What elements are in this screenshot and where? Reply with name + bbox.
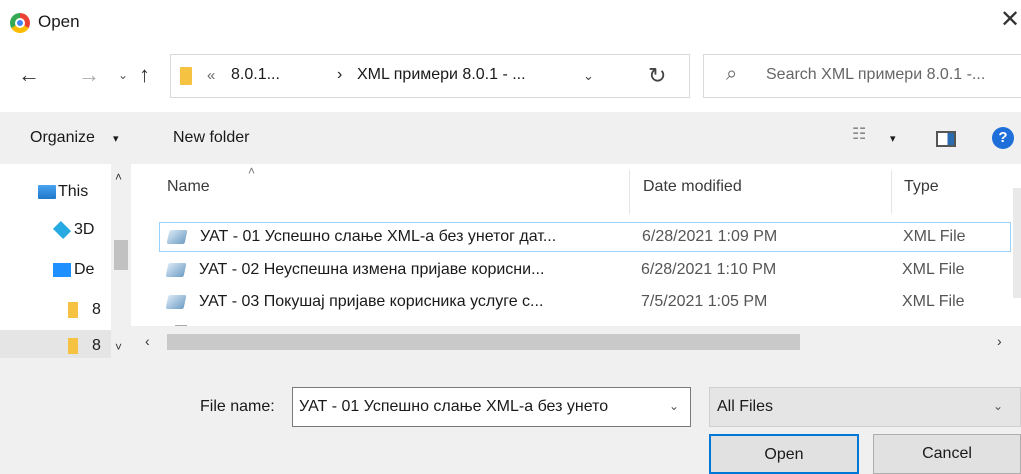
title-bar: Open ✕ bbox=[0, 0, 1021, 46]
sidebar-scrollbar[interactable]: ˄ ˅ bbox=[111, 164, 131, 358]
file-type: XML File bbox=[903, 228, 966, 245]
navigation-bar: ← → ⌄ ↑ « 8.0.1... › XML примери 8.0.1 -… bbox=[0, 54, 1021, 104]
scrollbar-thumb[interactable] bbox=[167, 334, 800, 350]
change-view-icon[interactable]: ☷ bbox=[852, 127, 870, 145]
search-icon: ⌕ bbox=[726, 63, 738, 85]
horizontal-scrollbar[interactable]: ‹ › bbox=[131, 326, 1021, 358]
close-icon[interactable]: ✕ bbox=[1000, 8, 1020, 32]
refresh-icon[interactable]: ↻ bbox=[648, 63, 666, 89]
file-name-field[interactable]: УАТ - 01 Успешно слање XML-а без унето ⌄ bbox=[292, 387, 691, 427]
back-arrow-icon[interactable]: ← bbox=[18, 64, 40, 86]
sidebar-item-label: De bbox=[74, 261, 95, 278]
sidebar-item-this-pc[interactable]: This bbox=[0, 176, 111, 210]
file-type-filter-select[interactable]: All Files ⌄ bbox=[709, 387, 1021, 427]
chrome-icon bbox=[10, 13, 30, 33]
sort-ascending-icon: ˄ bbox=[248, 164, 256, 178]
xml-file-icon bbox=[165, 263, 187, 277]
help-icon[interactable]: ? bbox=[992, 127, 1014, 149]
breadcrumb-overflow-icon[interactable]: « bbox=[207, 67, 215, 84]
sidebar-item-label: 8 bbox=[92, 301, 101, 318]
file-date-modified: 6/28/2021 1:10 PM bbox=[641, 261, 777, 278]
file-name-label: File name: bbox=[200, 398, 275, 415]
this-pc-icon bbox=[38, 185, 56, 199]
3d-objects-icon bbox=[52, 220, 72, 240]
file-list-vertical-scrollbar[interactable] bbox=[1013, 188, 1021, 298]
column-divider[interactable] bbox=[891, 170, 892, 214]
breadcrumb-separator-icon[interactable]: › bbox=[337, 66, 342, 84]
file-date-modified: 7/5/2021 1:05 PM bbox=[641, 293, 768, 310]
scroll-up-icon[interactable]: ˄ bbox=[115, 170, 122, 184]
file-name: УАТ - 01 Успешно слање XML-а без унетог … bbox=[200, 228, 557, 245]
scroll-left-icon[interactable]: ‹ bbox=[145, 333, 150, 349]
desktop-icon bbox=[53, 263, 71, 277]
file-type: XML File bbox=[902, 261, 965, 278]
chevron-down-icon[interactable]: ▾ bbox=[113, 132, 119, 145]
scroll-right-icon[interactable]: › bbox=[997, 333, 1002, 349]
sidebar-item-label: 3D bbox=[74, 221, 95, 238]
cancel-button[interactable]: Cancel bbox=[873, 434, 1021, 474]
breadcrumb-item[interactable]: 8.0.1... bbox=[231, 66, 280, 84]
column-header-date-modified[interactable]: Date modified bbox=[643, 178, 742, 196]
up-arrow-icon[interactable]: ↑ bbox=[139, 64, 150, 86]
sidebar-item-label: 8 bbox=[92, 337, 101, 354]
chevron-down-icon[interactable]: ⌄ bbox=[669, 399, 679, 413]
file-name: УАТ - 03 Покушај пријаве корисника услуг… bbox=[199, 293, 544, 310]
sidebar-item-label: This bbox=[58, 183, 89, 200]
chevron-down-icon[interactable]: ▾ bbox=[890, 132, 896, 145]
address-bar[interactable]: « 8.0.1... › XML примери 8.0.1 - ... ⌄ bbox=[170, 54, 690, 98]
scroll-down-icon[interactable]: ˅ bbox=[115, 340, 122, 354]
file-name-value: УАТ - 01 Успешно слање XML-а без унето bbox=[299, 398, 609, 415]
organize-button[interactable]: Organize bbox=[30, 129, 95, 147]
recent-locations-chevron-icon[interactable]: ⌄ bbox=[118, 69, 128, 81]
address-dropdown-icon[interactable]: ⌄ bbox=[583, 68, 594, 84]
new-folder-button[interactable]: New folder bbox=[173, 129, 249, 147]
preview-pane-icon[interactable] bbox=[936, 131, 956, 147]
file-type: XML File bbox=[902, 293, 965, 310]
open-button[interactable]: Open bbox=[709, 434, 859, 474]
file-row[interactable]: УАТ - 03 Покушај пријаве корисника услуг… bbox=[159, 288, 1011, 318]
breadcrumb-item[interactable]: XML примери 8.0.1 - ... bbox=[357, 66, 526, 84]
file-row[interactable]: УАТ - 02 Неуспешна измена пријаве корисн… bbox=[159, 256, 1011, 286]
search-input[interactable]: ⌕ Search XML примери 8.0.1 -... bbox=[703, 54, 1021, 98]
scrollbar-thumb[interactable] bbox=[114, 240, 128, 270]
file-row[interactable]: УАТ - 01 Успешно слање XML-а без унетог … bbox=[159, 222, 1011, 252]
sidebar-item-folder[interactable]: 8 bbox=[0, 294, 111, 328]
column-header-name[interactable]: Name bbox=[167, 178, 210, 196]
forward-arrow-icon[interactable]: → bbox=[78, 64, 100, 86]
navigation-pane: This 3D De 8 8 ˄ ˅ bbox=[0, 164, 131, 364]
xml-file-icon bbox=[165, 295, 187, 309]
column-divider[interactable] bbox=[629, 170, 630, 214]
sidebar-item-desktop[interactable]: De bbox=[0, 254, 111, 288]
dialog-footer: File name: УАТ - 01 Успешно слање XML-а … bbox=[0, 358, 1021, 474]
command-toolbar: Organize ▾ New folder ☷ ▾ ? bbox=[0, 112, 1021, 164]
chevron-down-icon[interactable]: ⌄ bbox=[993, 399, 1003, 413]
file-name: УАТ - 02 Неуспешна измена пријаве корисн… bbox=[199, 261, 545, 278]
sidebar-item-3d-objects[interactable]: 3D bbox=[0, 214, 111, 248]
window-title: Open bbox=[38, 12, 80, 31]
folder-icon bbox=[180, 67, 192, 85]
file-date-modified: 6/28/2021 1:09 PM bbox=[642, 228, 778, 245]
file-type-filter-value: All Files bbox=[717, 398, 774, 415]
column-header-type[interactable]: Type bbox=[904, 178, 939, 196]
folder-icon bbox=[68, 338, 78, 354]
folder-icon bbox=[68, 302, 78, 318]
search-placeholder: Search XML примери 8.0.1 -... bbox=[766, 66, 986, 83]
xml-file-icon bbox=[166, 230, 188, 244]
